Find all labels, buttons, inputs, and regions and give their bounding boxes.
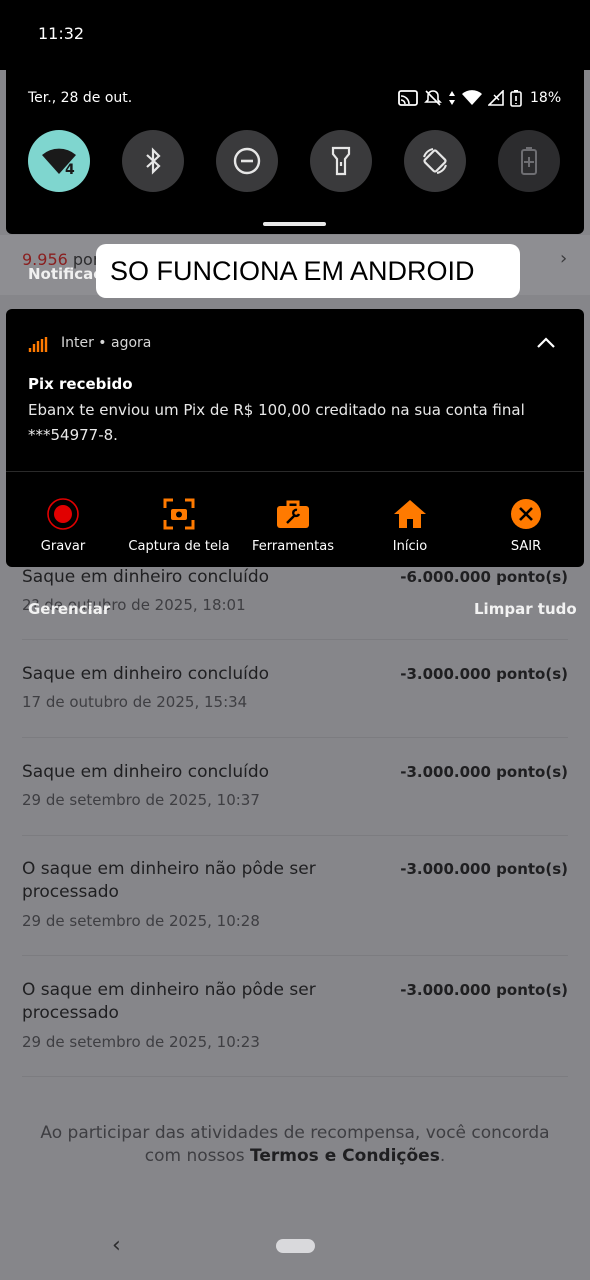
do-not-disturb-tile[interactable] [216, 130, 278, 192]
tools-icon [277, 500, 309, 528]
status-clock: 11:32 [38, 24, 85, 43]
screenshot-icon [163, 498, 195, 530]
data-arrows-icon [449, 91, 455, 105]
cast-icon [398, 90, 418, 106]
transaction-row[interactable]: O saque em dinheiro não pôde ser process… [22, 858, 568, 956]
battery-percentage: 18% [530, 90, 562, 106]
terms-footer: Ao participar das atividades de recompen… [40, 1123, 550, 1166]
wifi-status-icon [462, 90, 482, 105]
do-not-disturb-icon [233, 147, 261, 175]
system-icons: 18% [398, 88, 561, 108]
home-icon [394, 500, 426, 528]
tools-label: Ferramentas [252, 539, 334, 554]
transaction-date: 29 de setembro de 2025, 10:23 [22, 1033, 260, 1051]
notification-divider [6, 471, 584, 472]
notification-app-label: Inter • agora [61, 335, 152, 351]
home-label: Início [392, 539, 428, 554]
notifications-off-icon [424, 90, 442, 106]
svg-text:4: 4 [65, 162, 75, 176]
transaction-amount: -6.000.000 ponto(s) [400, 568, 568, 586]
exit-button[interactable]: SAIR [461, 497, 590, 554]
battery-saver-icon [521, 147, 537, 175]
wifi-tile[interactable]: 4 [28, 130, 90, 192]
record-button[interactable]: Gravar [0, 497, 128, 554]
tools-button[interactable]: Ferramentas [228, 497, 358, 554]
shade-drag-handle[interactable] [263, 222, 326, 226]
manage-button[interactable]: Gerenciar [28, 600, 110, 618]
transaction-date: 29 de setembro de 2025, 10:28 [22, 912, 260, 930]
battery-saver-tile[interactable] [498, 130, 560, 192]
banner-text: SO FUNCIONA EM ANDROID [110, 255, 475, 286]
transaction-row[interactable]: O saque em dinheiro não pôde ser process… [22, 979, 568, 1077]
overlay-banner: SO FUNCIONA EM ANDROID [96, 244, 520, 298]
quick-settings-panel [6, 0, 584, 234]
transaction-title: O saque em dinheiro não pôde ser process… [22, 859, 316, 902]
notification-title: Pix recebido [28, 375, 133, 393]
transaction-title: O saque em dinheiro não pôde ser process… [22, 980, 316, 1023]
flashlight-tile[interactable] [310, 130, 372, 192]
transaction-title: Saque em dinheiro concluído [22, 567, 270, 587]
battery-status-icon [510, 90, 522, 107]
transaction-title: Saque em dinheiro concluído [22, 664, 270, 684]
screenshot-label: Captura de tela [128, 539, 230, 554]
bluetooth-icon [146, 147, 161, 175]
auto-rotate-icon [423, 148, 447, 174]
transaction-row[interactable]: Saque em dinheiro concluído 29 de setemb… [22, 761, 568, 836]
nav-home-pill[interactable] [276, 1239, 315, 1253]
transaction-row[interactable]: Saque em dinheiro concluído 17 de outubr… [22, 663, 568, 738]
transaction-amount: -3.000.000 ponto(s) [400, 860, 568, 878]
chevron-up-icon[interactable] [536, 337, 556, 349]
terms-link[interactable]: Termos e Condições [250, 1146, 440, 1166]
transaction-amount: -3.000.000 ponto(s) [400, 981, 568, 999]
flashlight-icon [331, 146, 351, 176]
exit-label: SAIR [510, 539, 542, 554]
cell-signal-icon [488, 90, 504, 106]
transaction-amount: -3.000.000 ponto(s) [400, 665, 568, 683]
clear-all-button[interactable]: Limpar tudo [474, 600, 577, 618]
transaction-amount: -3.000.000 ponto(s) [400, 763, 568, 781]
inter-app-icon [28, 337, 48, 352]
bluetooth-tile[interactable] [122, 130, 184, 192]
transaction-date: 29 de setembro de 2025, 10:37 [22, 791, 260, 809]
auto-rotate-tile[interactable] [404, 130, 466, 192]
notification-card[interactable]: Inter • agora Pix recebido Ebanx te envi… [6, 309, 584, 567]
transaction-date: 17 de outubro de 2025, 15:34 [22, 693, 248, 711]
transaction-title: Saque em dinheiro concluído [22, 762, 270, 782]
notification-body: Ebanx te enviou um Pix de R$ 100,00 cred… [28, 401, 525, 444]
wifi-icon: 4 [42, 148, 76, 176]
screenshot-button[interactable]: Captura de tela [114, 497, 244, 554]
nav-back-icon[interactable]: ‹ [112, 1233, 121, 1258]
notifications-header-label: Notificaç [28, 265, 103, 283]
close-icon [511, 499, 541, 529]
record-label: Gravar [40, 539, 86, 554]
home-button[interactable]: Início [345, 497, 475, 554]
status-date[interactable]: Ter., 28 de out. [28, 90, 132, 106]
record-icon [47, 498, 79, 530]
chevron-right-icon[interactable]: › [560, 248, 567, 269]
